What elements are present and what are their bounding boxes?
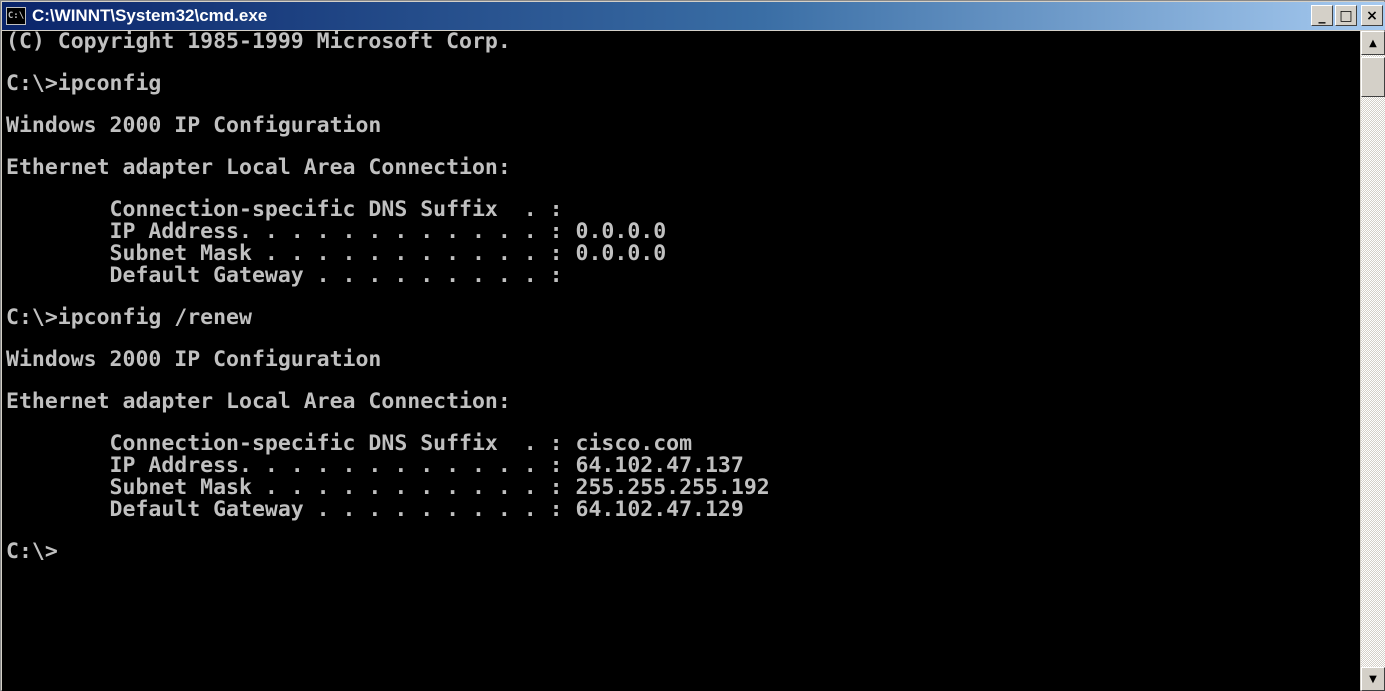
scroll-down-arrow-icon[interactable]: ▼ xyxy=(1361,667,1385,691)
console-line: C:\> xyxy=(6,539,58,564)
console-line: C:\>ipconfig xyxy=(6,71,162,96)
maximize-button[interactable]: □ xyxy=(1335,5,1357,26)
console-line: Connection-specific DNS Suffix . : xyxy=(6,197,563,222)
console-line: Subnet Mask . . . . . . . . . . . : 255.… xyxy=(6,475,770,500)
console-line: (C) Copyright 1985-1999 Microsoft Corp. xyxy=(6,31,511,54)
cmd-window: C:\ C:\WINNT\System32\cmd.exe _ □ × (C) … xyxy=(0,0,1385,691)
console-line: Windows 2000 IP Configuration xyxy=(6,113,382,138)
console-line: Windows 2000 IP Configuration xyxy=(6,347,382,372)
cmd-icon[interactable]: C:\ xyxy=(6,7,26,25)
console-line: IP Address. . . . . . . . . . . . : 0.0.… xyxy=(6,219,667,244)
scrollbar-thumb[interactable] xyxy=(1361,57,1385,97)
minimize-button[interactable]: _ xyxy=(1311,5,1333,26)
console-line: C:\>ipconfig /renew xyxy=(6,305,252,330)
console-output[interactable]: (C) Copyright 1985-1999 Microsoft Corp. C… xyxy=(2,31,1360,691)
vertical-scrollbar[interactable]: ▲ ▼ xyxy=(1361,31,1385,691)
window-controls: _ □ × xyxy=(1311,5,1383,26)
console-line: IP Address. . . . . . . . . . . . : 64.1… xyxy=(6,453,744,478)
window-title: C:\WINNT\System32\cmd.exe xyxy=(32,6,268,25)
console-line: Ethernet adapter Local Area Connection: xyxy=(6,155,511,180)
scroll-up-arrow-icon[interactable]: ▲ xyxy=(1361,31,1385,55)
title-bar[interactable]: C:\ C:\WINNT\System32\cmd.exe _ □ × xyxy=(2,2,1385,30)
console-line: Default Gateway . . . . . . . . . : 64.1… xyxy=(6,497,744,522)
console-line: Subnet Mask . . . . . . . . . . . : 0.0.… xyxy=(6,241,667,266)
console-line: Default Gateway . . . . . . . . . : xyxy=(6,263,563,288)
console-line: Connection-specific DNS Suffix . : cisco… xyxy=(6,431,693,456)
console-line: Ethernet adapter Local Area Connection: xyxy=(6,389,511,414)
close-button[interactable]: × xyxy=(1361,5,1383,26)
